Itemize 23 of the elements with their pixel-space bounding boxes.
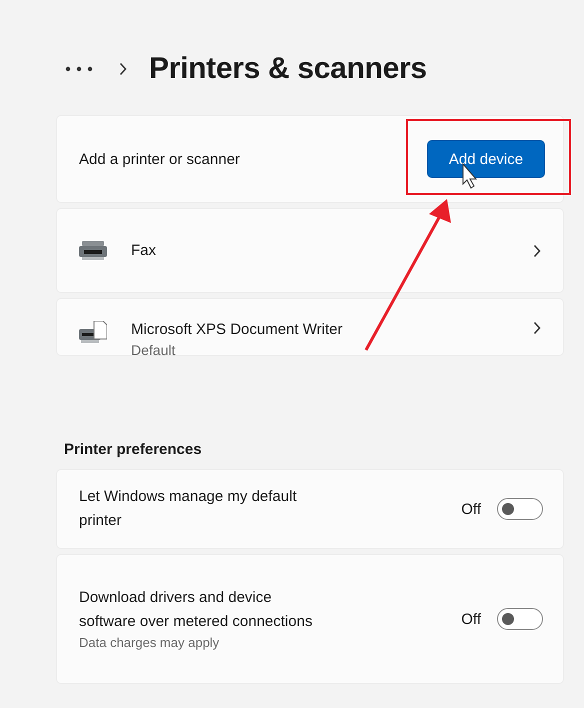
setting-note: Data charges may apply: [79, 634, 220, 652]
add-device-button[interactable]: Add device: [427, 140, 545, 178]
chevron-right-icon: [119, 62, 127, 76]
section-heading: Printer preferences: [64, 441, 203, 458]
device-row[interactable]: Microsoft XPS Document Writer Default: [56, 298, 564, 356]
device-name: Microsoft XPS Document Writer: [131, 321, 344, 338]
toggle-state: Off: [461, 500, 481, 518]
cursor-icon: [462, 162, 478, 189]
setting-label: Let Windows manage my default printer: [79, 487, 298, 531]
setting-label: Download drivers and device software over metered connections: [79, 588, 314, 632]
chevron-right-icon: [533, 244, 541, 258]
more-icon[interactable]: [65, 66, 93, 72]
device-row[interactable]: Fax: [56, 208, 564, 293]
page-title: Printers & scanners: [149, 52, 427, 86]
toggle-state: Off: [461, 610, 481, 628]
card-label: Add a printer or scanner: [79, 150, 240, 168]
device-status: Default: [131, 342, 176, 358]
printer-icon: [79, 240, 107, 260]
toggle-switch[interactable]: [497, 498, 543, 520]
toggle-switch[interactable]: [497, 608, 543, 630]
printer-document-icon: [79, 321, 107, 345]
device-name: Fax: [131, 242, 158, 259]
chevron-right-icon: [533, 321, 541, 335]
